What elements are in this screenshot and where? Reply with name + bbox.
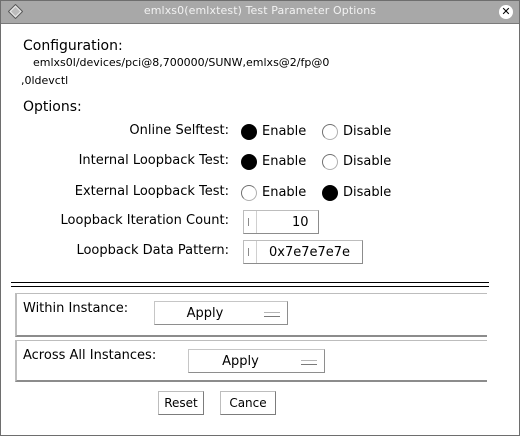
internal-loopback-enable-label: Enable bbox=[262, 154, 307, 169]
online-selftest-disable-label: Disable bbox=[343, 124, 392, 139]
internal-loopback-disable-label: Disable bbox=[343, 154, 392, 169]
dropdown-indicator-icon bbox=[301, 360, 317, 365]
title-bar[interactable]: emlxs0(emlxtest) Test Parameter Options … bbox=[1, 1, 519, 24]
within-instance-panel: Within Instance: Apply bbox=[15, 293, 487, 337]
across-instances-dropdown[interactable]: Apply bbox=[188, 349, 325, 373]
iteration-count-field[interactable]: 10 bbox=[243, 210, 319, 234]
across-instances-panel: Across All Instances: Apply bbox=[15, 340, 487, 382]
across-instances-value: Apply bbox=[222, 354, 259, 369]
online-selftest-label: Online Selftest: bbox=[129, 123, 229, 138]
across-instances-label: Across All Instances: bbox=[23, 348, 157, 363]
external-loopback-label: External Loopback Test: bbox=[74, 184, 229, 199]
reset-button[interactable]: Reset bbox=[158, 391, 204, 415]
within-instance-value: Apply bbox=[186, 306, 224, 321]
device-path-line2: ,0ldevctl bbox=[21, 74, 69, 87]
within-instance-dropdown[interactable]: Apply bbox=[154, 301, 288, 325]
data-pattern-field[interactable]: 0x7e7e7e7e bbox=[243, 240, 363, 264]
spin-grip-icon bbox=[244, 211, 257, 233]
internal-loopback-label: Internal Loopback Test: bbox=[78, 153, 229, 168]
data-pattern-label: Loopback Data Pattern: bbox=[76, 243, 229, 258]
internal-loopback-disable-radio[interactable] bbox=[322, 154, 338, 170]
separator-line bbox=[11, 282, 489, 283]
spin-grip-icon bbox=[244, 241, 257, 263]
dropdown-indicator-icon bbox=[264, 312, 280, 317]
online-selftest-disable-radio[interactable] bbox=[322, 124, 338, 140]
window-title: emlxs0(emlxtest) Test Parameter Options bbox=[143, 4, 377, 17]
data-pattern-value: 0x7e7e7e7e bbox=[269, 245, 351, 260]
external-loopback-enable-radio[interactable] bbox=[241, 185, 257, 201]
close-icon[interactable]: ✕ bbox=[499, 5, 513, 19]
online-selftest-enable-radio[interactable] bbox=[241, 124, 257, 140]
iteration-count-label: Loopback Iteration Count: bbox=[60, 213, 229, 228]
dialog-window: emlxs0(emlxtest) Test Parameter Options … bbox=[0, 0, 520, 436]
external-loopback-enable-label: Enable bbox=[262, 185, 307, 200]
configuration-heading: Configuration: bbox=[23, 38, 123, 54]
device-path-line1: emlxs0l/devices/pci@8,700000/SUNW,emlxs@… bbox=[33, 56, 330, 69]
within-instance-label: Within Instance: bbox=[23, 301, 129, 316]
options-heading: Options: bbox=[23, 99, 82, 115]
online-selftest-enable-label: Enable bbox=[262, 124, 307, 139]
external-loopback-disable-label: Disable bbox=[343, 185, 392, 200]
iteration-count-value: 10 bbox=[292, 215, 309, 230]
cancel-button[interactable]: Cance bbox=[220, 391, 276, 415]
internal-loopback-enable-radio[interactable] bbox=[241, 154, 257, 170]
separator-line bbox=[11, 286, 489, 287]
external-loopback-disable-radio[interactable] bbox=[322, 185, 338, 201]
